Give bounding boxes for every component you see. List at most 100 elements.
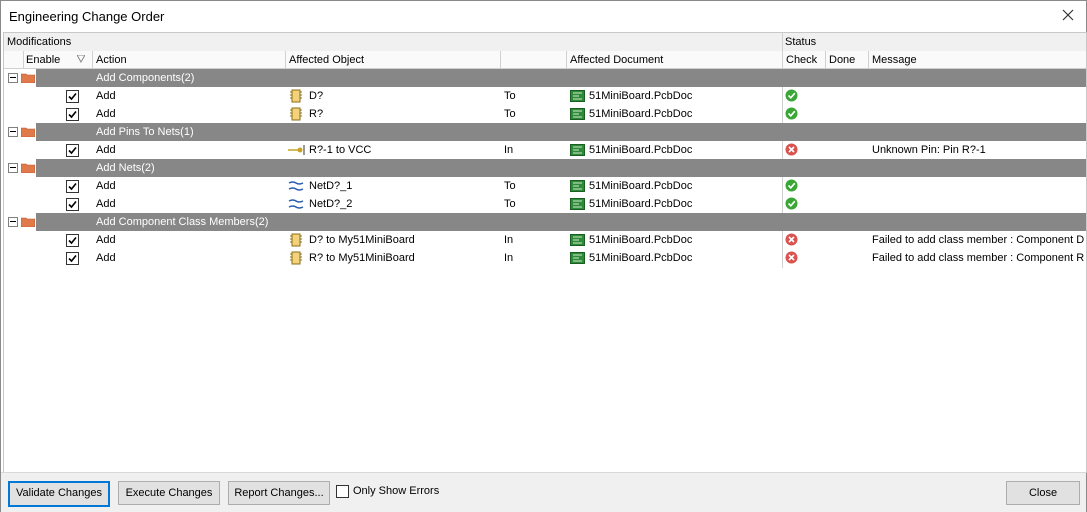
affected-object-cell: D? to My51MiniBoard bbox=[309, 234, 415, 246]
group-bar: Add Nets(2) bbox=[36, 159, 1086, 177]
group-row[interactable]: Add Pins To Nets(1) bbox=[4, 123, 1086, 141]
action-cell: Add bbox=[96, 252, 116, 264]
component-icon bbox=[290, 251, 302, 265]
affected-document-cell: 51MiniBoard.PcbDoc bbox=[589, 234, 693, 246]
pcb-document-icon bbox=[570, 252, 585, 264]
relation-cell: To bbox=[504, 180, 516, 192]
folder-icon bbox=[21, 73, 35, 83]
relation-cell: To bbox=[504, 198, 516, 210]
checkmark-icon bbox=[68, 92, 77, 101]
affected-object-cell: D? bbox=[309, 90, 324, 102]
group-divider bbox=[782, 33, 783, 51]
changes-table: Modifications Status Enable Action Affec… bbox=[3, 32, 1087, 473]
collapse-icon[interactable] bbox=[8, 217, 18, 227]
validate-changes-button[interactable]: Validate Changes bbox=[8, 481, 110, 507]
relation-cell: In bbox=[504, 234, 514, 246]
table-row[interactable]: Add D? to My51MiniBoard In 51MiniBoard.P… bbox=[4, 231, 1086, 249]
enable-checkbox[interactable] bbox=[66, 144, 79, 157]
pcb-document-icon bbox=[570, 234, 585, 246]
close-button[interactable]: Close bbox=[1006, 481, 1080, 505]
group-bar: Add Components(2) bbox=[36, 69, 1086, 87]
enable-checkbox[interactable] bbox=[66, 198, 79, 211]
checkmark-icon bbox=[68, 236, 77, 245]
collapse-icon[interactable] bbox=[8, 163, 18, 173]
table-row[interactable]: Add R? to My51MiniBoard In 51MiniBoard.P… bbox=[4, 249, 1086, 267]
col-action[interactable]: Action bbox=[96, 54, 127, 66]
col-done[interactable]: Done bbox=[829, 54, 855, 66]
col-check[interactable]: Check bbox=[786, 54, 817, 66]
folder-icon bbox=[21, 127, 35, 137]
col-affected-document[interactable]: Affected Document bbox=[570, 54, 663, 66]
affected-object-cell: NetD?_2 bbox=[309, 198, 353, 210]
window-title: Engineering Change Order bbox=[9, 9, 165, 24]
close-icon[interactable] bbox=[1060, 7, 1076, 23]
component-icon bbox=[290, 107, 302, 121]
relation-cell: To bbox=[504, 108, 516, 120]
only-show-errors-label: Only Show Errors bbox=[353, 485, 440, 497]
affected-object-cell: NetD?_1 bbox=[309, 180, 353, 192]
enable-checkbox[interactable] bbox=[66, 108, 79, 121]
enable-checkbox[interactable] bbox=[66, 180, 79, 193]
col-divider bbox=[782, 51, 783, 68]
col-affected-object[interactable]: Affected Object bbox=[289, 54, 364, 66]
report-changes-button[interactable]: Report Changes... bbox=[228, 481, 330, 505]
table-row[interactable]: Add NetD?_2 To 51MiniBoard.PcbDoc bbox=[4, 195, 1086, 213]
enable-checkbox[interactable] bbox=[66, 252, 79, 265]
folder-icon bbox=[21, 163, 35, 173]
group-row[interactable]: Add Components(2) bbox=[4, 69, 1086, 87]
table-row[interactable]: Add NetD?_1 To 51MiniBoard.PcbDoc bbox=[4, 177, 1086, 195]
group-label: Add Nets(2) bbox=[96, 162, 155, 174]
net-icon bbox=[288, 181, 304, 191]
title-bar: Engineering Change Order bbox=[1, 1, 1086, 32]
pcb-document-icon bbox=[570, 180, 585, 192]
affected-object-cell: R? to My51MiniBoard bbox=[309, 252, 415, 264]
component-icon bbox=[290, 89, 302, 103]
table-row[interactable]: Add R? To 51MiniBoard.PcbDoc bbox=[4, 105, 1086, 123]
folder-icon bbox=[21, 217, 35, 227]
enable-checkbox[interactable] bbox=[66, 90, 79, 103]
button-bar: Validate Changes Execute Changes Report … bbox=[1, 472, 1086, 512]
group-label: Add Pins To Nets(1) bbox=[96, 126, 194, 138]
table-row[interactable]: Add D? To 51MiniBoard.PcbDoc bbox=[4, 87, 1086, 105]
affected-document-cell: 51MiniBoard.PcbDoc bbox=[589, 252, 693, 264]
execute-changes-button[interactable]: Execute Changes bbox=[118, 481, 220, 505]
action-cell: Add bbox=[96, 198, 116, 210]
message-cell: Failed to add class member : Component R bbox=[872, 252, 1085, 264]
group-row[interactable]: Add Component Class Members(2) bbox=[4, 213, 1086, 231]
affected-document-cell: 51MiniBoard.PcbDoc bbox=[589, 198, 693, 210]
action-cell: Add bbox=[96, 108, 116, 120]
affected-document-cell: 51MiniBoard.PcbDoc bbox=[589, 180, 693, 192]
affected-document-cell: 51MiniBoard.PcbDoc bbox=[589, 90, 693, 102]
affected-object-cell: R?-1 to VCC bbox=[309, 144, 372, 156]
modifications-group-header: Modifications bbox=[7, 36, 72, 48]
message-cell: Unknown Pin: Pin R?-1 bbox=[872, 144, 986, 156]
col-divider bbox=[285, 51, 286, 68]
collapse-icon[interactable] bbox=[8, 127, 18, 137]
action-cell: Add bbox=[96, 180, 116, 192]
check-ok-icon bbox=[785, 89, 798, 102]
check-ok-icon bbox=[785, 179, 798, 192]
col-enable[interactable]: Enable bbox=[26, 54, 60, 66]
group-row[interactable]: Add Nets(2) bbox=[4, 159, 1086, 177]
action-cell: Add bbox=[96, 234, 116, 246]
pcb-document-icon bbox=[570, 90, 585, 102]
collapse-icon[interactable] bbox=[8, 73, 18, 83]
checkmark-icon bbox=[68, 200, 77, 209]
check-error-icon bbox=[785, 233, 798, 246]
pcb-document-icon bbox=[570, 144, 585, 156]
enable-checkbox[interactable] bbox=[66, 234, 79, 247]
relation-cell: In bbox=[504, 252, 514, 264]
only-show-errors-checkbox[interactable] bbox=[336, 485, 349, 498]
col-message[interactable]: Message bbox=[872, 54, 917, 66]
group-label: Add Components(2) bbox=[96, 72, 195, 84]
status-group-header: Status bbox=[785, 36, 817, 48]
col-divider bbox=[566, 51, 567, 68]
col-divider bbox=[500, 51, 501, 68]
filter-icon[interactable] bbox=[77, 55, 85, 63]
checkmark-icon bbox=[68, 254, 77, 263]
col-divider bbox=[868, 51, 869, 68]
affected-document-cell: 51MiniBoard.PcbDoc bbox=[589, 108, 693, 120]
checkmark-icon bbox=[68, 110, 77, 119]
table-row[interactable]: Add R?-1 to VCC In 51MiniBoard.PcbDoc Un… bbox=[4, 141, 1086, 159]
checkmark-icon bbox=[68, 182, 77, 191]
